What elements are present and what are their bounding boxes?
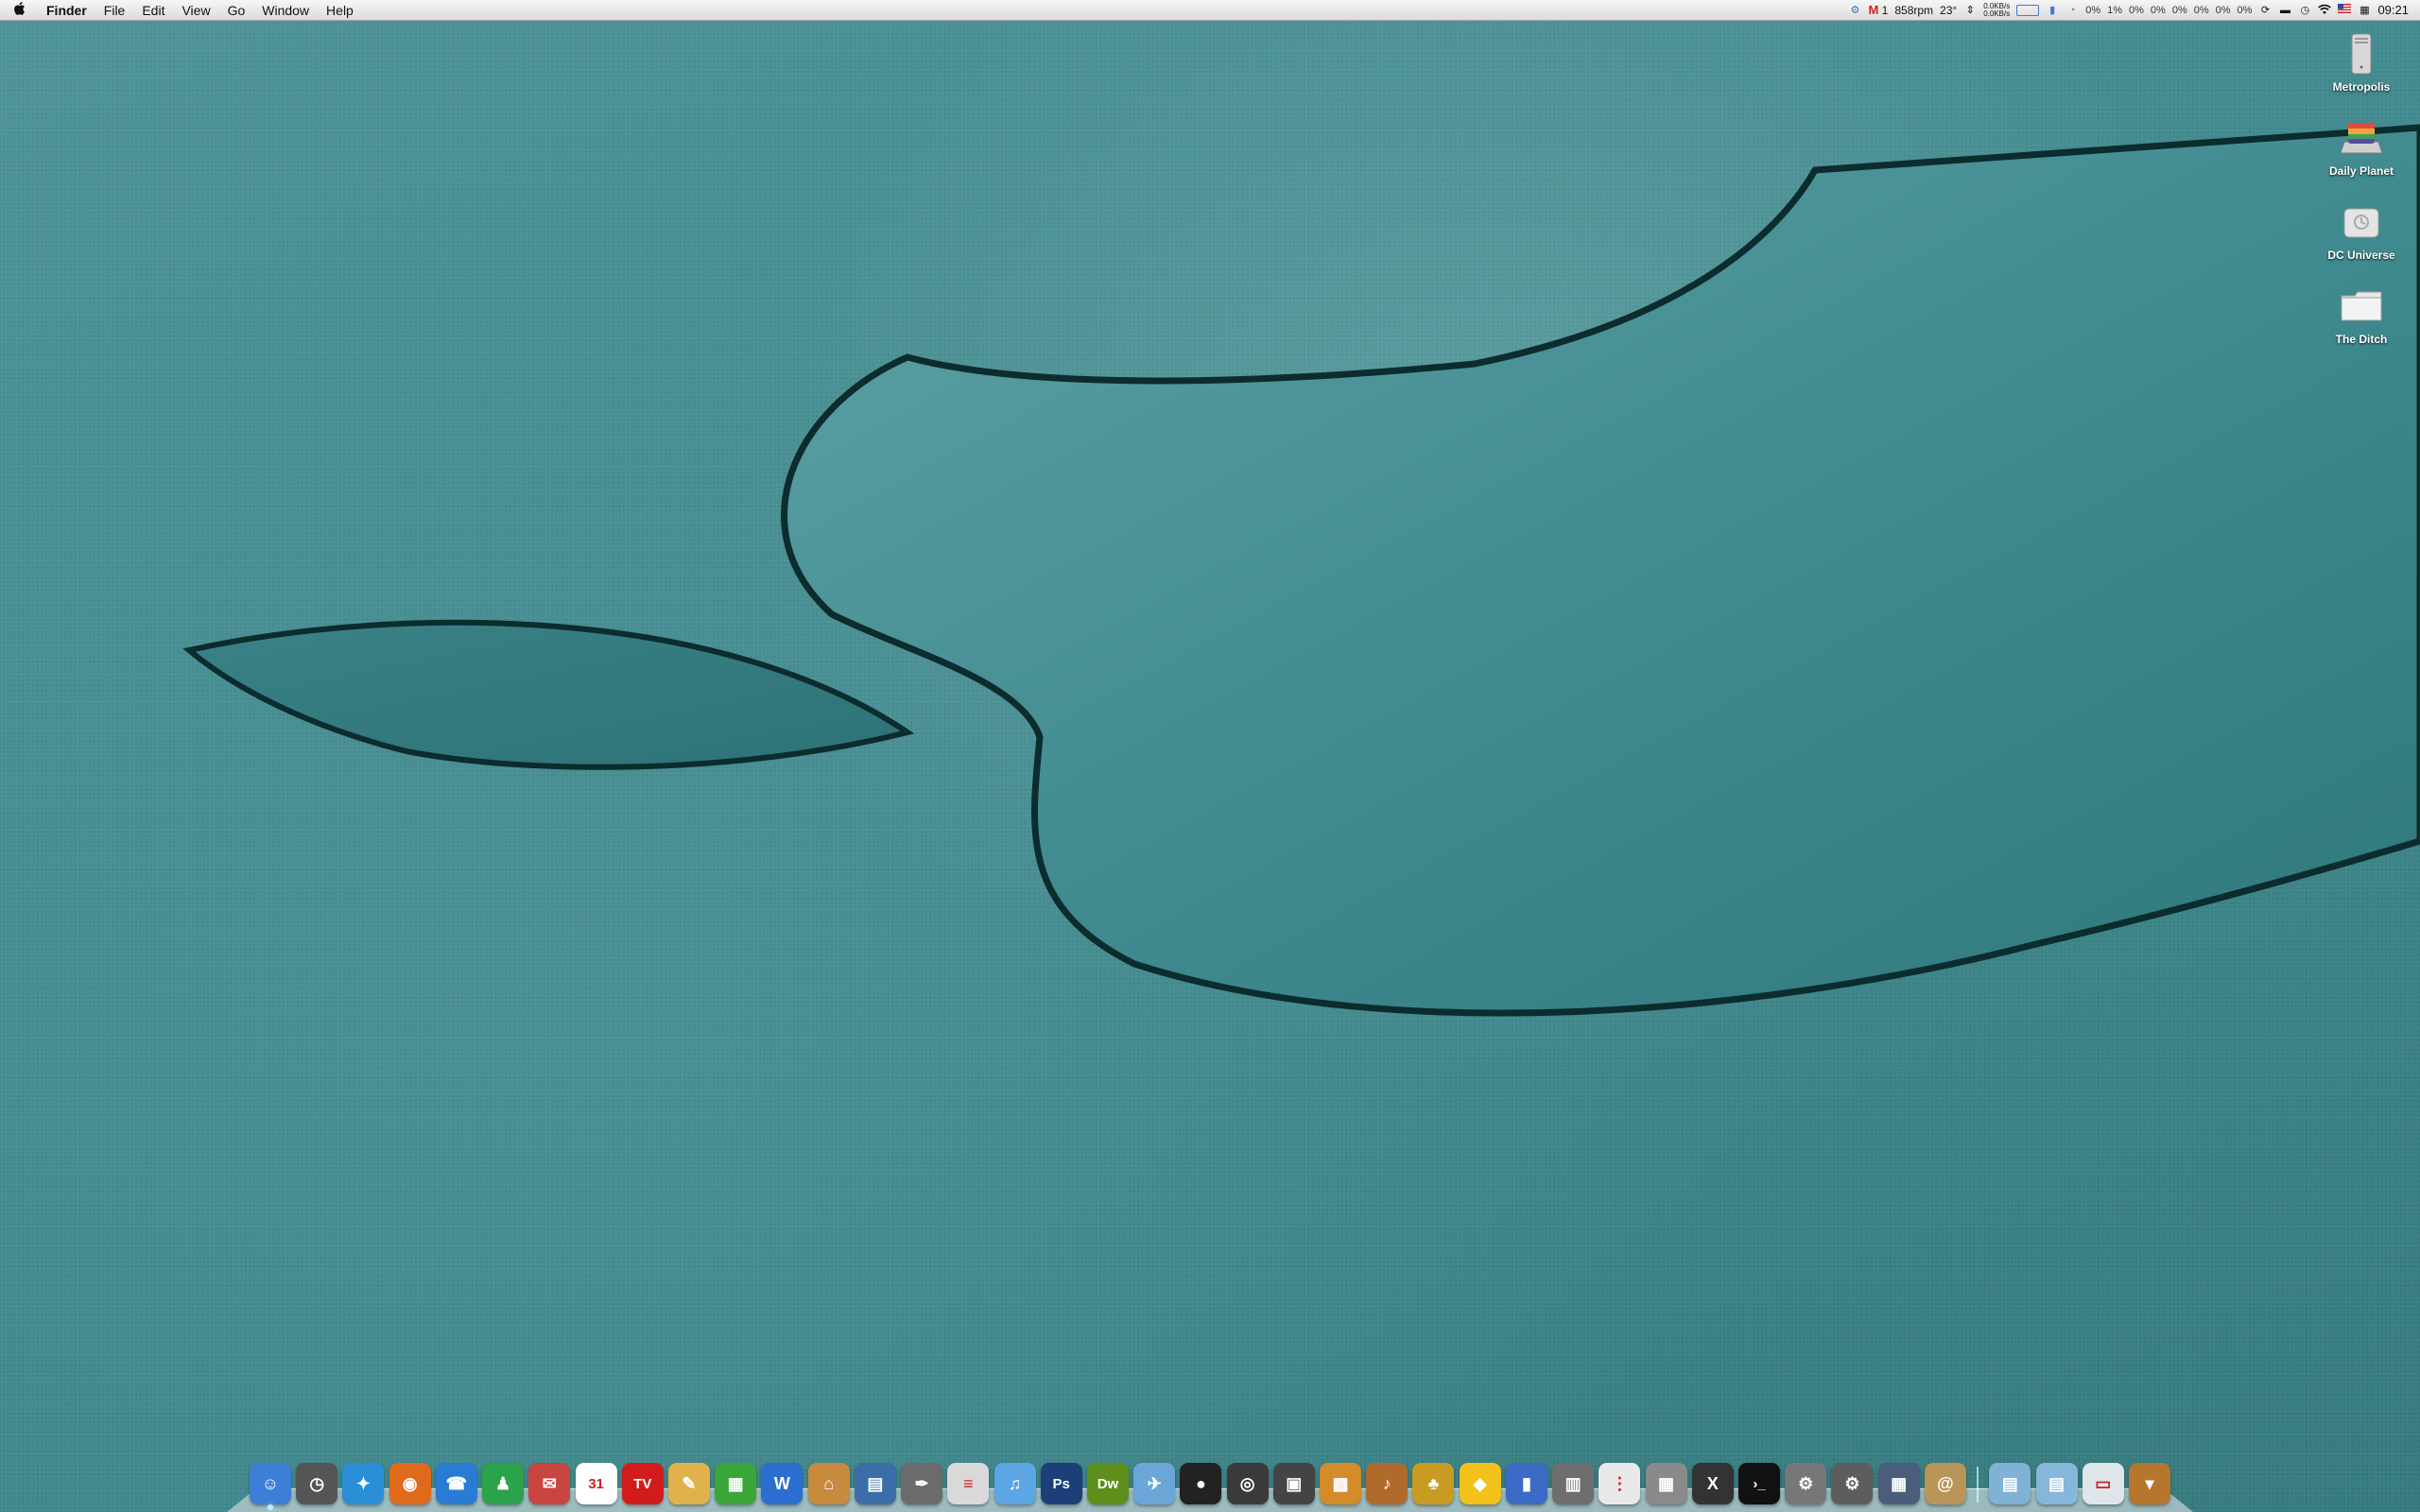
downloads-stack-icon[interactable]: ▭ [2082,1463,2124,1504]
cyberduck-icon[interactable]: ◆ [1459,1463,1501,1504]
disk-meter-icon[interactable]: ▮ [2046,4,2059,17]
menu-view[interactable]: View [173,0,218,21]
folder-icon [2338,283,2385,330]
clock-icon[interactable]: ◷ [296,1463,338,1504]
dreamweaver-icon[interactable]: Dw [1086,1463,1129,1504]
expose-icon[interactable]: ▦ [1877,1463,1920,1504]
keynote-icon[interactable]: ⌂ [807,1463,850,1504]
desktop-icon-label: Daily Planet [2328,164,2394,178]
fan-speed[interactable]: 858rpm [1894,0,1933,21]
external-drive-icon [2338,114,2385,162]
numbers-icon[interactable]: ▦ [715,1463,757,1504]
desktop-icons: Metropolis Daily Planet DC Universe The … [2314,30,2409,346]
mail-icon[interactable]: ✉ [528,1463,571,1504]
menu-finder[interactable]: Finder [38,0,95,21]
tower-drive-icon [2338,30,2385,77]
chart-icon[interactable]: ▤ [854,1463,896,1504]
temperature[interactable]: 23° [1940,0,1957,21]
desktop-icon-metropolis[interactable]: Metropolis [2314,30,2409,94]
menu-go[interactable]: Go [219,0,254,21]
menu-bar: Finder File Edit View Go Window Help ⚙ M… [0,0,2420,21]
itunes-icon[interactable]: ♫ [994,1463,1036,1504]
cpu-pie-icon[interactable]: ◔ [2066,4,2079,17]
pineapple-icon[interactable]: ♣ [1412,1463,1455,1504]
garageband-icon[interactable]: ♪ [1366,1463,1409,1504]
cpu-core-2: 0% [2129,4,2144,16]
cpu-core-5: 0% [2193,4,2209,16]
tv-icon[interactable]: TV [621,1463,664,1504]
gmail-notifier[interactable]: M 1 [1868,0,1888,21]
desktop-icon-label: Metropolis [2332,80,2391,94]
automator-icon[interactable]: ⚙ [1785,1463,1827,1504]
preview-icon[interactable]: ✈ [1133,1463,1176,1504]
firefox-icon[interactable]: ◉ [389,1463,431,1504]
display-icon[interactable]: ▬ [2278,4,2291,17]
apple-icon[interactable] [0,1,38,20]
menu-window[interactable]: Window [253,0,318,21]
cpu-core-7: 0% [2237,4,2253,16]
gear-status-icon[interactable]: ⚙ [1848,4,1861,17]
network-meter[interactable]: 0.0KB/s 0.0KB/s [1983,2,2011,18]
sync-icon[interactable]: ⟳ [2258,4,2272,17]
cpu-core-0: 0% [2085,4,2101,16]
photo-booth-icon[interactable]: ▣ [1272,1463,1315,1504]
contacts-icon[interactable]: ♟ [482,1463,525,1504]
front-row-icon[interactable]: ● [1180,1463,1222,1504]
desktop-icon-label: DC Universe [2327,249,2395,262]
calculator-icon[interactable]: ▦ [1645,1463,1687,1504]
terminal-icon[interactable]: ›_ [1738,1463,1780,1504]
finder-icon[interactable]: ☺ [250,1463,291,1504]
gmail-count: 1 [1881,3,1889,17]
books-icon[interactable]: ▮ [1505,1463,1547,1504]
updown-arrows-icon: ⇕ [1965,4,1975,16]
system-profiler-icon[interactable]: ▥ [1552,1463,1595,1504]
documents-stack-icon[interactable]: ▤ [2035,1463,2078,1504]
iphoto-icon[interactable]: ▩ [1320,1463,1362,1504]
desktop-icon-the-ditch[interactable]: The Ditch [2314,283,2409,346]
quill-icon[interactable]: ✒ [901,1463,943,1504]
cpu-core-3: 0% [2150,4,2166,16]
ical-icon[interactable]: 31 [575,1463,617,1504]
desktop-icon-label: The Ditch [2335,333,2388,346]
dock-separator [1977,1467,1979,1503]
desktop-icon-dc-universe[interactable]: DC Universe [2314,198,2409,262]
time-machine-icon[interactable]: ◷ [2298,4,2311,17]
aperture-icon[interactable]: ◎ [1226,1463,1269,1504]
menu-help[interactable]: Help [318,0,362,21]
system-preferences-icon[interactable]: ⚙ [1831,1463,1874,1504]
applications-stack-icon[interactable]: ▤ [1989,1463,2031,1504]
wifi-icon[interactable] [2318,4,2332,17]
photoshop-icon[interactable]: Ps [1040,1463,1082,1504]
wallpaper-apple-logo [182,124,2420,1017]
menu-file[interactable]: File [95,0,134,21]
net-down: 0.0KB/s [1983,9,2011,18]
x11-icon[interactable]: X [1691,1463,1734,1504]
pages-icon[interactable]: ✎ [667,1463,710,1504]
dock-items: ☺ ◷ ✦ ◉ ☎ ♟ ✉ 31 TV ✎ ▦ W ⌂ ▤ ✒ ≡ ♫ Ps Dw ✈ ● ◎ ▣ ▩ ♪ ♣ ◆ ▮ ▥ ⋮ ▦ X ›_ ⚙ ⚙… [250,1452,2170,1504]
trash-icon[interactable]: ▾ [2128,1463,2170,1504]
memory-meter-icon[interactable] [2016,4,2040,16]
menu-edit[interactable]: Edit [133,0,173,21]
clock[interactable]: 09:21 [2377,0,2409,21]
textedit-icon[interactable]: ≡ [947,1463,990,1504]
time-machine-drive-icon [2338,198,2385,246]
cpu-core-6: 0% [2215,4,2231,16]
cpu-core-4: 0% [2171,4,2187,16]
cpu-core-1: 1% [2107,4,2123,16]
flag-icon[interactable] [2338,3,2352,17]
address-book-icon[interactable]: @ [1924,1463,1966,1504]
gmail-icon: M [1868,2,1879,17]
calendar-icon[interactable]: ▦ [2358,4,2371,17]
remote-icon[interactable]: ⋮ [1599,1463,1641,1504]
desktop-icon-daily-planet[interactable]: Daily Planet [2314,114,2409,178]
safari-icon[interactable]: ✦ [342,1463,385,1504]
dock: ☺ ◷ ✦ ◉ ☎ ♟ ✉ 31 TV ✎ ▦ W ⌂ ▤ ✒ ≡ ♫ Ps Dw ✈ ● ◎ ▣ ▩ ♪ ♣ ◆ ▮ ▥ ⋮ ▦ X ›_ ⚙ ⚙… [227,1446,2193,1512]
finder-running-indicator [268,1504,273,1510]
word-icon[interactable]: W [761,1463,804,1504]
video-chat-icon[interactable]: ☎ [435,1463,477,1504]
